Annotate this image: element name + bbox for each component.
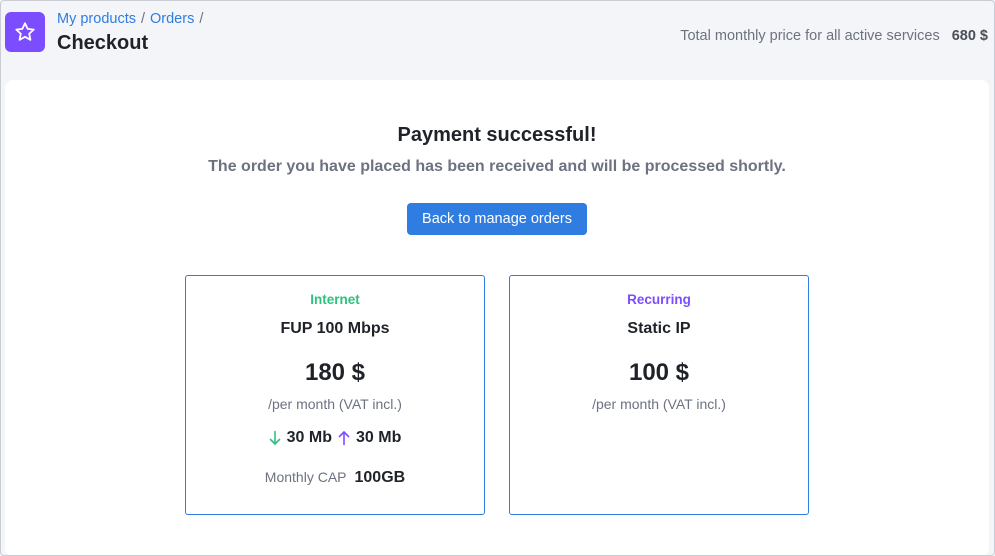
monthly-cap: Monthly CAP 100GB: [186, 469, 484, 487]
service-period: /per month (VAT incl.): [268, 396, 402, 412]
breadcrumb-my-products[interactable]: My products: [57, 11, 136, 27]
service-card-internet: Internet FUP 100 Mbps 180 $ /per month (…: [185, 275, 485, 515]
service-type-tag: Recurring: [627, 292, 691, 307]
app-window: My products / Orders / Checkout Total mo…: [0, 0, 995, 556]
service-name: FUP 100 Mbps: [280, 320, 390, 337]
total-price-label: Total monthly price for all active servi…: [680, 28, 940, 44]
service-type-tag: Internet: [310, 292, 360, 307]
page-header: My products / Orders / Checkout Total mo…: [1, 1, 994, 79]
upload-speed: 30 Mb: [356, 429, 402, 446]
success-title: Payment successful!: [397, 124, 597, 146]
breadcrumb-separator: /: [140, 11, 146, 27]
star-icon: [15, 22, 35, 41]
arrow-down-icon: [269, 430, 280, 445]
download-speed: 30 Mb: [286, 429, 332, 446]
success-message: The order you have placed has been recei…: [208, 158, 786, 175]
app-logo[interactable]: [5, 12, 45, 52]
service-price: 100 $: [628, 359, 690, 386]
breadcrumb-orders[interactable]: Orders: [150, 11, 194, 27]
checkout-panel: Payment successful! The order you have p…: [5, 80, 989, 555]
arrow-up-icon: [338, 431, 350, 446]
service-name: Static IP: [627, 320, 691, 337]
service-period: /per month (VAT incl.): [592, 396, 726, 412]
total-price-value: 680 $: [951, 28, 988, 44]
breadcrumb: My products / Orders /: [57, 11, 203, 27]
page-title: Checkout: [57, 32, 149, 54]
speed-info: 30 Mb 30 Mb: [186, 429, 484, 447]
monthly-cap-label: Monthly CAP: [264, 469, 347, 485]
service-card-recurring: Recurring Static IP 100 $ /per month (VA…: [509, 275, 809, 515]
total-monthly-price: Total monthly price for all active servi…: [680, 28, 988, 44]
service-price: 180 $: [304, 359, 366, 386]
monthly-cap-value: 100GB: [354, 469, 406, 486]
back-to-manage-orders-button[interactable]: Back to manage orders: [407, 203, 587, 235]
breadcrumb-separator: /: [199, 11, 204, 27]
